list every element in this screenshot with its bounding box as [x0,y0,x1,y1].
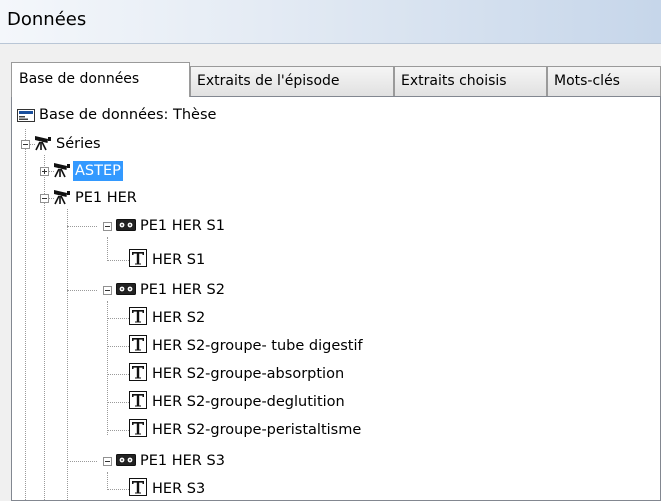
transcript-icon [129,307,147,325]
title-bar: Données [0,0,661,44]
main-panel: Base de données Extraits de l'épisode Ex… [0,44,661,501]
transcript-icon [129,335,147,353]
camera-icon [54,190,70,205]
collapse-icon[interactable] [21,140,30,149]
tab-base-de-donnees[interactable]: Base de données [11,62,190,97]
camera-icon [35,136,51,151]
cassette-icon [116,454,136,466]
collapse-icon[interactable] [103,286,112,295]
transcript-icon [129,419,147,437]
collapse-icon[interactable] [103,222,112,231]
collapse-icon[interactable] [103,457,112,466]
tree-node-pe1-her-s2[interactable]: PE1 HER S2 [138,280,227,300]
tab-extraits-choisis[interactable]: Extraits choisis [394,66,547,96]
tree-node-root[interactable]: Base de données: Thèse [37,105,218,125]
tree-node-pe1-her[interactable]: PE1 HER [73,188,139,208]
tree-node-pe1-her-s3[interactable]: PE1 HER S3 [138,451,227,471]
tree-node-her-s2-absorption[interactable]: HER S2-groupe-absorption [150,364,346,384]
tab-extraits-episode[interactable]: Extraits de l'épisode [190,66,394,96]
transcript-icon [129,391,147,409]
expand-icon[interactable] [40,167,49,176]
camera-icon [54,163,70,178]
cassette-icon [116,219,136,231]
tree-node-her-s2-deglutition[interactable]: HER S2-groupe-deglutition [150,392,347,412]
transcript-icon [129,363,147,381]
tree-node-astep[interactable]: ASTEP [73,161,123,181]
tree-node-her-s2-tube-digestif[interactable]: HER S2-groupe- tube digestif [150,336,365,356]
window-title: Données [7,9,87,30]
tree-node-pe1-her-s1[interactable]: PE1 HER S1 [138,216,227,236]
tab-mots-cles[interactable]: Mots-clés [547,66,661,96]
collapse-icon[interactable] [40,194,49,203]
tree-node-her-s2-peristaltisme[interactable]: HER S2-groupe-peristaltisme [150,420,363,440]
tree-node-her-s3[interactable]: HER S3 [150,479,207,499]
database-tree[interactable]: Base de données: Thèse Séries ASTEP PE1 … [11,96,661,501]
tree-node-series[interactable]: Séries [54,134,103,154]
tree-node-her-s2[interactable]: HER S2 [150,308,207,328]
transcript-icon [129,249,147,267]
tree-node-her-s1[interactable]: HER S1 [150,250,207,270]
database-icon [17,109,35,122]
cassette-icon [116,283,136,295]
transcript-icon [129,478,147,496]
